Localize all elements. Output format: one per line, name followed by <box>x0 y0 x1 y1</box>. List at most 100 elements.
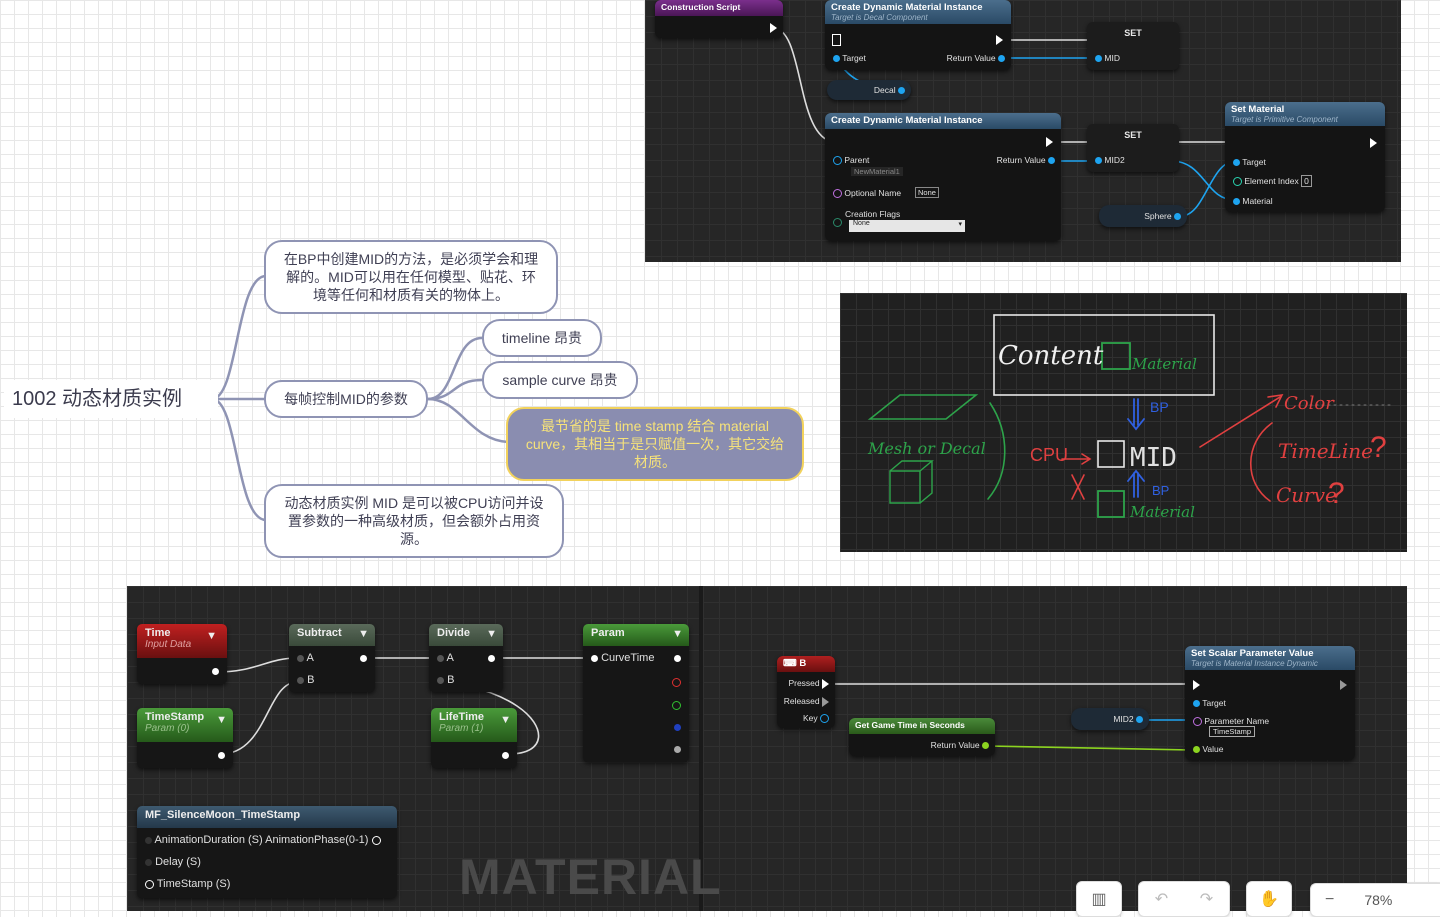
mindmap-node-sample-curve[interactable]: sample curve 昂贵 <box>482 361 638 399</box>
map-view-button[interactable]: ▥ <box>1076 881 1122 917</box>
target-pin[interactable]: Target <box>1233 157 1266 167</box>
subtract-a-pin[interactable]: A <box>297 652 314 664</box>
chevron-down-icon[interactable]: ▼ <box>486 628 497 640</box>
mf-duration-pin[interactable]: AnimationDuration (S) AnimationPhase(0-1… <box>145 834 381 846</box>
sphere-pin[interactable]: Sphere <box>1144 211 1181 221</box>
mindmap-node-bp-mid[interactable]: 在BP中创建MID的方法，是必须学会和理解的。MID可以用在任何模型、贴花、环境… <box>264 240 558 314</box>
curvetime-pin[interactable]: CurveTime <box>591 652 654 664</box>
chevron-down-icon: ▾ <box>958 221 962 228</box>
lifetime-param-node[interactable]: LifeTime Param (1) ▼ <box>431 708 517 768</box>
divide-node[interactable]: Divide ▼ A B <box>429 624 503 692</box>
scalar-target-pin[interactable]: Target <box>1193 698 1226 708</box>
zoom-out-icon[interactable]: − <box>1325 891 1334 909</box>
mindmap-node-time-stamp[interactable]: 最节省的是 time stamp 结合 material curve，其相当于是… <box>506 407 804 481</box>
chevron-down-icon[interactable]: ▼ <box>672 628 683 640</box>
redo-icon[interactable]: ↷ <box>1200 889 1213 909</box>
output-pin-icon[interactable] <box>488 655 495 662</box>
pin-dot-icon <box>898 87 905 95</box>
chevron-down-icon[interactable]: ▼ <box>500 714 511 726</box>
material-pin[interactable]: Material <box>1233 196 1273 206</box>
exec-in-pin[interactable] <box>832 34 841 46</box>
creation-flags-dropdown[interactable]: None ▾ <box>849 220 965 232</box>
key-pin[interactable]: Key <box>803 713 829 724</box>
diagram-strokes <box>867 314 1391 518</box>
output-pin-icon[interactable] <box>502 752 509 759</box>
decal-variable-node[interactable]: Decal <box>827 80 911 100</box>
undo-icon[interactable]: ↶ <box>1155 889 1168 909</box>
parent-asset-select[interactable]: NewMaterial1 <box>851 167 903 176</box>
element-index-field[interactable]: 0 <box>1301 175 1312 187</box>
subtract-b-pin[interactable]: B <box>297 674 314 686</box>
mid-pin[interactable]: MID <box>1095 53 1120 63</box>
mid2-var-pin[interactable]: MID2 <box>1113 714 1143 724</box>
exec-out-pin[interactable] <box>770 23 777 33</box>
parent-pin[interactable]: Parent <box>833 155 869 166</box>
released-pin[interactable]: Released <box>784 696 829 707</box>
exec-out-pin[interactable] <box>996 35 1003 45</box>
set-mid2-node[interactable]: SET MID2 <box>1087 124 1179 172</box>
exec-out-pin[interactable] <box>1340 680 1347 690</box>
parameter-name-label: Parameter Name <box>1204 716 1270 726</box>
creation-flags-pin[interactable] <box>833 217 842 228</box>
set-mid-node[interactable]: SET MID <box>1087 22 1179 70</box>
exec-out-pin[interactable] <box>1046 137 1053 147</box>
set-material-node[interactable]: Set Material Target is Primitive Compone… <box>1225 102 1385 212</box>
keyboard-icon: ⌨ <box>783 658 797 669</box>
subtract-node[interactable]: Subtract ▼ A B <box>289 624 375 692</box>
return-value-pin[interactable]: Return Value <box>947 53 1005 63</box>
divide-b-pin[interactable]: B <box>437 674 454 686</box>
scalar-value-pin[interactable]: Value <box>1193 744 1223 754</box>
chevron-down-icon[interactable]: ▼ <box>206 630 217 642</box>
target-pin[interactable]: Target <box>833 53 866 63</box>
decal-pin[interactable]: Decal <box>874 85 905 95</box>
parameter-name-field[interactable]: TimeStamp <box>1209 726 1256 737</box>
material-graph-panel: Time Input Data ▼ TimeStamp Param (0) ▼ … <box>127 586 1407 911</box>
chevron-down-icon[interactable]: ▼ <box>216 714 227 726</box>
timestamp-node-subtitle: Param (0) <box>145 723 190 734</box>
mindmap-node-mid-definition[interactable]: 动态材质实例 MID 是可以被CPU访问并设置参数的一种高级材质，但会额外占用资… <box>264 484 564 558</box>
timestamp-param-node[interactable]: TimeStamp Param (0) ▼ <box>137 708 233 768</box>
hand-tool-button[interactable]: ✋ <box>1246 881 1292 917</box>
create-dmi-decal-node[interactable]: Create Dynamic Material Instance Target … <box>825 0 1011 70</box>
chevron-down-icon[interactable]: ▼ <box>358 628 369 640</box>
mid2-variable-node[interactable]: MID2 <box>1071 708 1149 730</box>
sphere-variable-node[interactable]: Sphere <box>1099 205 1187 227</box>
output-pin-icon[interactable] <box>212 668 219 675</box>
key-b-event-node[interactable]: ⌨ B Pressed Released Key <box>777 656 835 728</box>
diagram-material-bottom-label: Material <box>1130 503 1195 521</box>
param-curve-node[interactable]: Param ▼ CurveTime <box>583 624 689 762</box>
mf-timestamp-label: TimeStamp (S) <box>156 878 231 890</box>
mindmap-root[interactable]: 1002 动态材质实例 <box>4 380 218 418</box>
output-pin-icon[interactable] <box>360 655 367 662</box>
mf-timestamp-node[interactable]: MF_SilenceMoon_TimeStamp AnimationDurati… <box>137 806 397 898</box>
get-game-time-node[interactable]: Get Game Time in Seconds Return Value <box>849 718 995 756</box>
parameter-name-pin[interactable]: Parameter Name <box>1193 716 1270 727</box>
construction-script-node[interactable]: Construction Script <box>655 0 783 38</box>
divide-a-pin[interactable]: A <box>437 652 454 664</box>
output-blue-pin-icon[interactable] <box>674 724 681 731</box>
optional-name-pin[interactable]: Optional Name <box>833 188 901 199</box>
create-dmi-decal-subtitle: Target is Decal Component <box>831 13 928 22</box>
output-red-pin-icon[interactable] <box>672 678 681 687</box>
optional-name-field[interactable]: None <box>915 187 939 198</box>
mid2-pin[interactable]: MID2 <box>1095 155 1125 165</box>
mf-delay-pin[interactable]: Delay (S) <box>145 856 201 868</box>
element-index-pin[interactable]: Element Index 0 <box>1233 175 1312 187</box>
game-time-return-pin[interactable]: Return Value <box>931 740 989 750</box>
exec-in-pin[interactable] <box>1193 680 1200 690</box>
mf-timestamp-pin[interactable]: TimeStamp (S) <box>145 878 230 890</box>
create-dmi-sphere-node[interactable]: Create Dynamic Material Instance Parent … <box>825 113 1061 241</box>
output-green-pin-icon[interactable] <box>672 701 681 710</box>
mindmap-node-per-frame[interactable]: 每帧控制MID的参数 <box>264 380 428 418</box>
set-scalar-param-node[interactable]: Set Scalar Parameter Value Target is Mat… <box>1185 646 1355 760</box>
output-white-pin-icon[interactable] <box>674 655 681 662</box>
exec-out-pin[interactable] <box>1370 138 1377 148</box>
zoom-level[interactable]: 78% <box>1364 892 1392 908</box>
time-node[interactable]: Time Input Data ▼ <box>137 624 227 684</box>
output-pin-icon[interactable] <box>218 752 225 759</box>
output-alpha-pin-icon[interactable] <box>674 746 681 753</box>
divide-b-label: B <box>447 674 455 686</box>
mindmap-node-timeline[interactable]: timeline 昂贵 <box>482 319 602 357</box>
pressed-pin[interactable]: Pressed <box>788 678 829 689</box>
return-value-pin[interactable]: Return Value <box>997 155 1055 165</box>
